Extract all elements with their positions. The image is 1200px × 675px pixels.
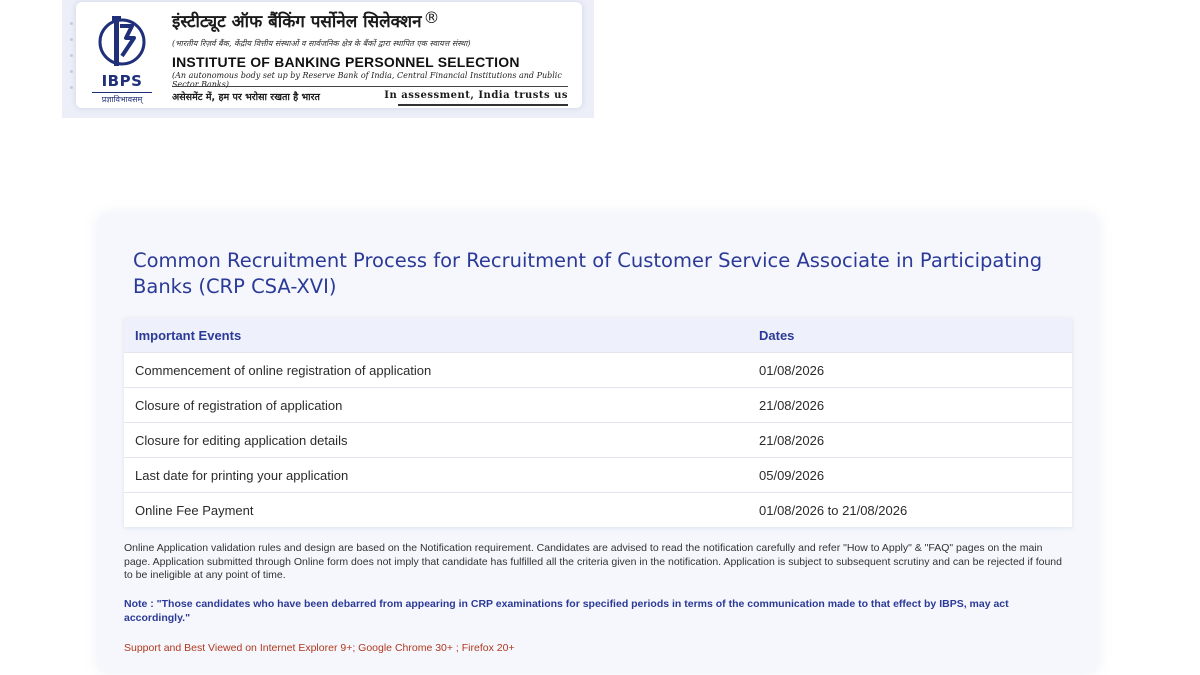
event-cell: Closure for editing application details	[124, 422, 748, 458]
date-cell: 05/09/2026	[748, 457, 1072, 493]
ibps-emblem: IBPS प्रज्ञाविभावसम्	[92, 12, 152, 104]
event-cell: Commencement of online registration of a…	[124, 352, 748, 388]
table-row: Online Fee Payment 01/08/2026 to 21/08/2…	[124, 492, 1072, 527]
table-row: Closure of registration of application 2…	[124, 387, 1072, 423]
hindi-title: इंस्टीट्यूट ऑफ बैंकिंग पर्सोनेल सिलेक्शन…	[172, 8, 440, 32]
event-cell: Closure of registration of application	[124, 387, 748, 423]
events-column-header: Important Events	[124, 318, 748, 353]
debarred-note: Note : "Those candidates who have been d…	[124, 598, 1009, 624]
decorative-dots	[70, 22, 74, 102]
date-cell: 01/08/2026	[748, 352, 1072, 388]
validation-notice: Online Application validation rules and …	[124, 542, 1062, 581]
header-banner: IBPS प्रज्ञाविभावसम् इंस्टीट्यूट ऑफ बैंक…	[62, 0, 594, 118]
date-cell: 21/08/2026	[748, 387, 1072, 423]
event-cell: Last date for printing your application	[124, 457, 748, 493]
english-title: INSTITUTE OF BANKING PERSONNEL SELECTION	[172, 54, 520, 70]
important-events-table: Important Events Dates Commencement of o…	[124, 318, 1072, 527]
table-row: Closure for editing application details …	[124, 422, 1072, 458]
ibps-emblem-icon	[98, 16, 146, 66]
logo-abbreviation: IBPS	[101, 72, 143, 90]
page-title: Common Recruitment Process for Recruitme…	[133, 249, 1043, 298]
recruitment-card: Common Recruitment Process for Recruitme…	[98, 214, 1098, 672]
browser-support-text: Support and Best Viewed on Internet Expl…	[124, 642, 515, 654]
table-header-row: Important Events Dates	[124, 318, 1072, 353]
table-row: Last date for printing your application …	[124, 457, 1072, 493]
tagline-underline	[398, 104, 568, 106]
table-row: Commencement of online registration of a…	[124, 352, 1072, 388]
logo-motto: प्रज्ञाविभावसम्	[92, 92, 152, 105]
hindi-subtitle: (भारतीय रिज़र्व बैंक, केंद्रीय वित्तीय स…	[172, 39, 471, 48]
tagline-english: In assessment, India trusts us	[384, 90, 568, 101]
hindi-title-text: इंस्टीट्यूट ऑफ बैंकिंग पर्सोनेल सिलेक्शन	[172, 12, 422, 32]
tagline-hindi: असेसमेंट में, हम पर भरोसा रखता है भारत	[172, 92, 320, 103]
date-cell: 21/08/2026	[748, 422, 1072, 458]
dates-column-header: Dates	[748, 318, 1072, 353]
event-cell: Online Fee Payment	[124, 492, 748, 527]
tagline-divider	[172, 86, 568, 87]
ibps-logo-banner[interactable]: IBPS प्रज्ञाविभावसम् इंस्टीट्यूट ऑफ बैंक…	[76, 2, 582, 108]
registered-mark: ®	[423, 8, 440, 27]
date-cell: 01/08/2026 to 21/08/2026	[748, 492, 1072, 527]
